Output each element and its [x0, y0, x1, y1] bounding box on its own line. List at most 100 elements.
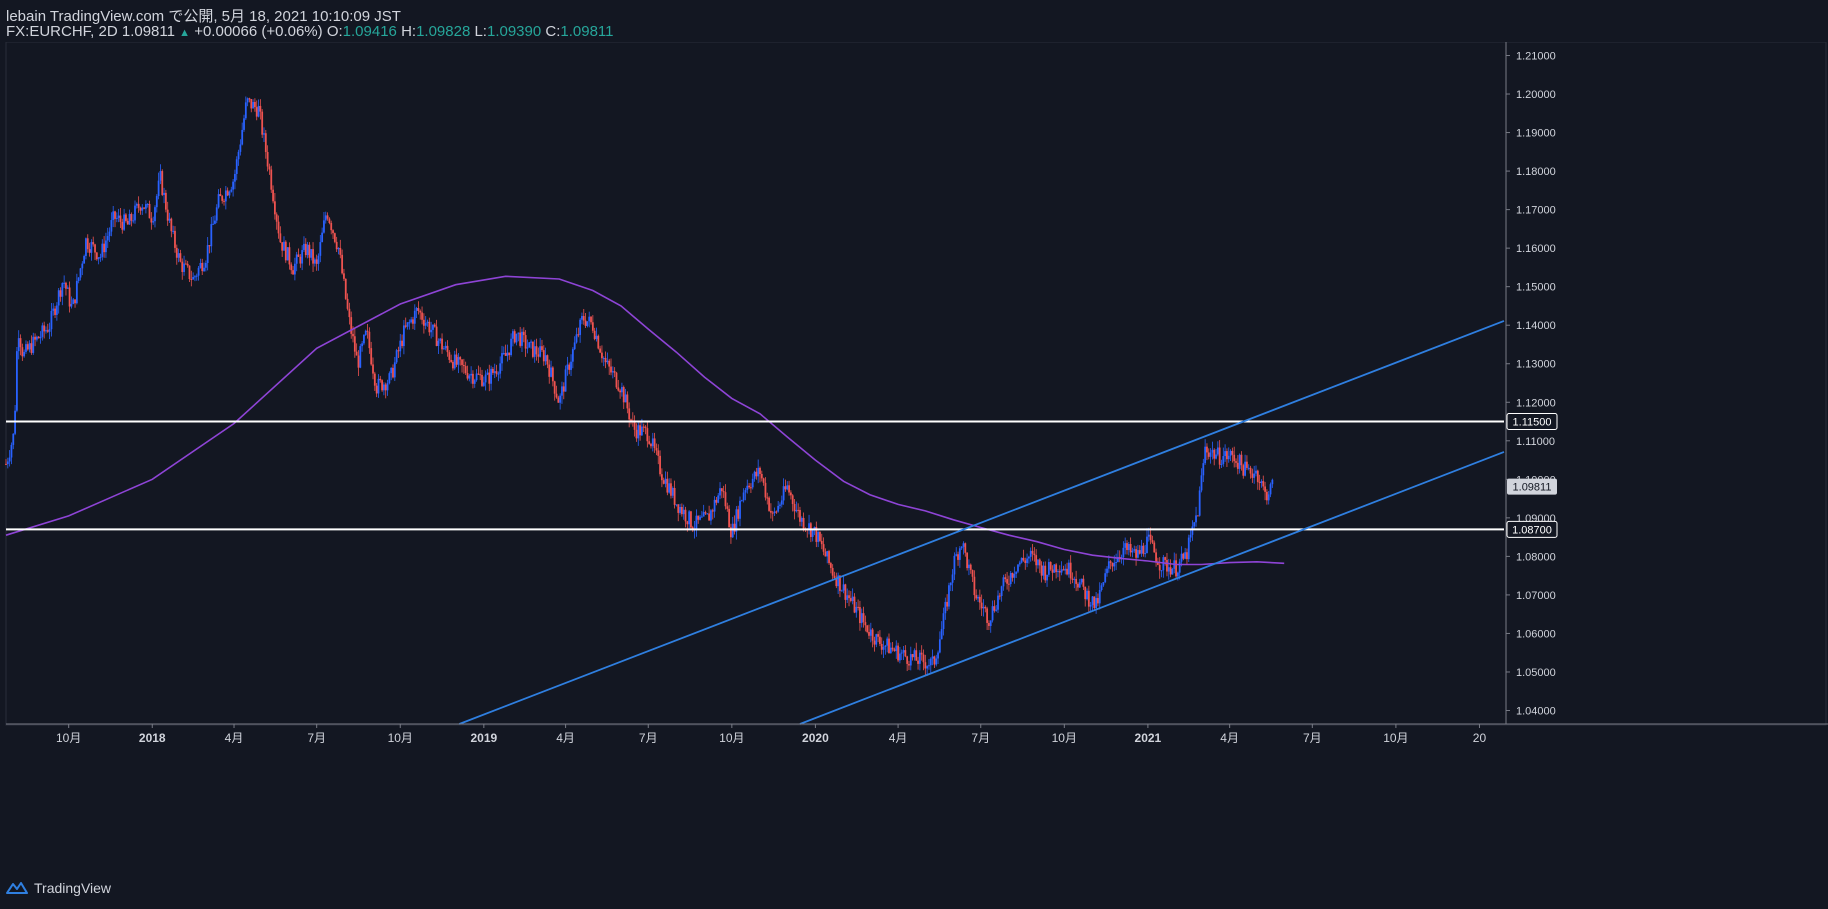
time-tick-label: 7月: [1303, 731, 1322, 745]
candle: [613, 367, 616, 378]
candle: [808, 514, 810, 535]
candle: [248, 97, 251, 103]
time-axis[interactable]: 10月 2018 4月 7月 10月 2019 4月 7月 10月 2020 4月 7月 10月 2021…: [6, 723, 1828, 745]
candle: [671, 486, 674, 499]
candle: [1107, 555, 1110, 573]
candle: [37, 335, 40, 339]
candle: [913, 648, 916, 661]
symbol-ohlc-legend[interactable]: FX:EURCHF, 2D 1.09811 ▲ +0.00066 (+0.06%…: [6, 23, 614, 40]
candle: [332, 229, 334, 239]
candle: [840, 589, 843, 592]
tradingview-brand[interactable]: TradingView: [6, 880, 111, 896]
price-tick-label: 1.20000: [1516, 89, 1556, 101]
candle: [70, 296, 73, 309]
candle: [163, 187, 165, 204]
candle: [737, 505, 740, 522]
high-value: 1.09828: [416, 23, 471, 40]
candle: [582, 308, 585, 325]
moving-average-line[interactable]: [5, 275, 1285, 566]
time-tick-label: 10月: [1052, 731, 1077, 745]
candle: [991, 600, 994, 623]
candle: [1073, 576, 1076, 589]
candle: [439, 337, 442, 344]
candle: [1058, 565, 1061, 581]
candle: [760, 470, 763, 482]
candle: [966, 552, 969, 571]
candle: [624, 388, 627, 403]
candle: [1251, 468, 1254, 483]
candle: [555, 385, 558, 399]
candle: [1173, 552, 1176, 574]
candle: [1236, 455, 1239, 475]
candle: [221, 195, 224, 204]
candle: [751, 473, 754, 490]
candle: [328, 217, 331, 225]
candle: [112, 206, 115, 228]
candle: [958, 546, 961, 568]
candle: [522, 327, 525, 343]
candle: [388, 371, 391, 385]
candle: [1266, 489, 1268, 505]
candle: [237, 149, 240, 166]
time-tick-label: 4月: [556, 731, 575, 745]
symbol-label[interactable]: FX:EURCHF, 2D: [6, 23, 118, 40]
candle: [860, 608, 863, 628]
candle: [664, 471, 667, 488]
candle: [330, 220, 333, 235]
candle: [528, 341, 531, 348]
candle: [571, 347, 574, 369]
candle: [1233, 446, 1236, 468]
candle: [519, 326, 522, 348]
candle: [373, 371, 376, 391]
trendline-2[interactable]: [799, 451, 1505, 725]
price-chart[interactable]: 1.21000 1.20000 1.19000 1.18000 1.17000 1.160…: [0, 0, 1828, 909]
candle: [759, 466, 761, 483]
candle: [628, 402, 631, 428]
candle: [1118, 550, 1121, 563]
candle: [659, 450, 661, 477]
candle: [524, 330, 527, 357]
candle: [1158, 557, 1161, 579]
candle: [822, 537, 825, 556]
candle: [34, 333, 36, 347]
candle: [384, 382, 387, 399]
candle: [179, 249, 182, 263]
candle: [1209, 448, 1212, 464]
candle: [106, 227, 109, 248]
candle: [771, 510, 774, 522]
time-tick-label: 4月: [889, 731, 908, 745]
candle: [357, 350, 360, 376]
candle: [201, 258, 204, 276]
candle: [1137, 544, 1139, 559]
candle: [866, 625, 869, 634]
candle: [1091, 596, 1094, 612]
candle: [21, 343, 24, 361]
candle: [597, 334, 600, 350]
price-axis[interactable]: 1.21000 1.20000 1.19000 1.18000 1.17000 1.160…: [1505, 42, 1556, 724]
candle: [862, 606, 865, 628]
candle: [355, 343, 358, 356]
candle: [172, 225, 175, 235]
candle: [174, 226, 176, 253]
candle: [1215, 449, 1217, 460]
candle: [1051, 565, 1054, 581]
candle: [1171, 567, 1174, 575]
candle: [1242, 463, 1245, 479]
candle: [402, 320, 405, 355]
candle: [210, 216, 213, 253]
candle: [422, 313, 425, 334]
candle: [902, 645, 905, 660]
candle: [789, 490, 792, 500]
candle: [530, 339, 532, 349]
candle: [879, 630, 881, 647]
candle: [904, 645, 907, 658]
candle: [472, 370, 474, 389]
candle: [1202, 458, 1205, 483]
candle: [848, 590, 850, 607]
candle: [906, 655, 909, 672]
candle: [851, 588, 854, 605]
candle: [386, 379, 389, 396]
candle: [244, 96, 247, 121]
candle: [964, 542, 967, 557]
candle: [606, 352, 609, 365]
